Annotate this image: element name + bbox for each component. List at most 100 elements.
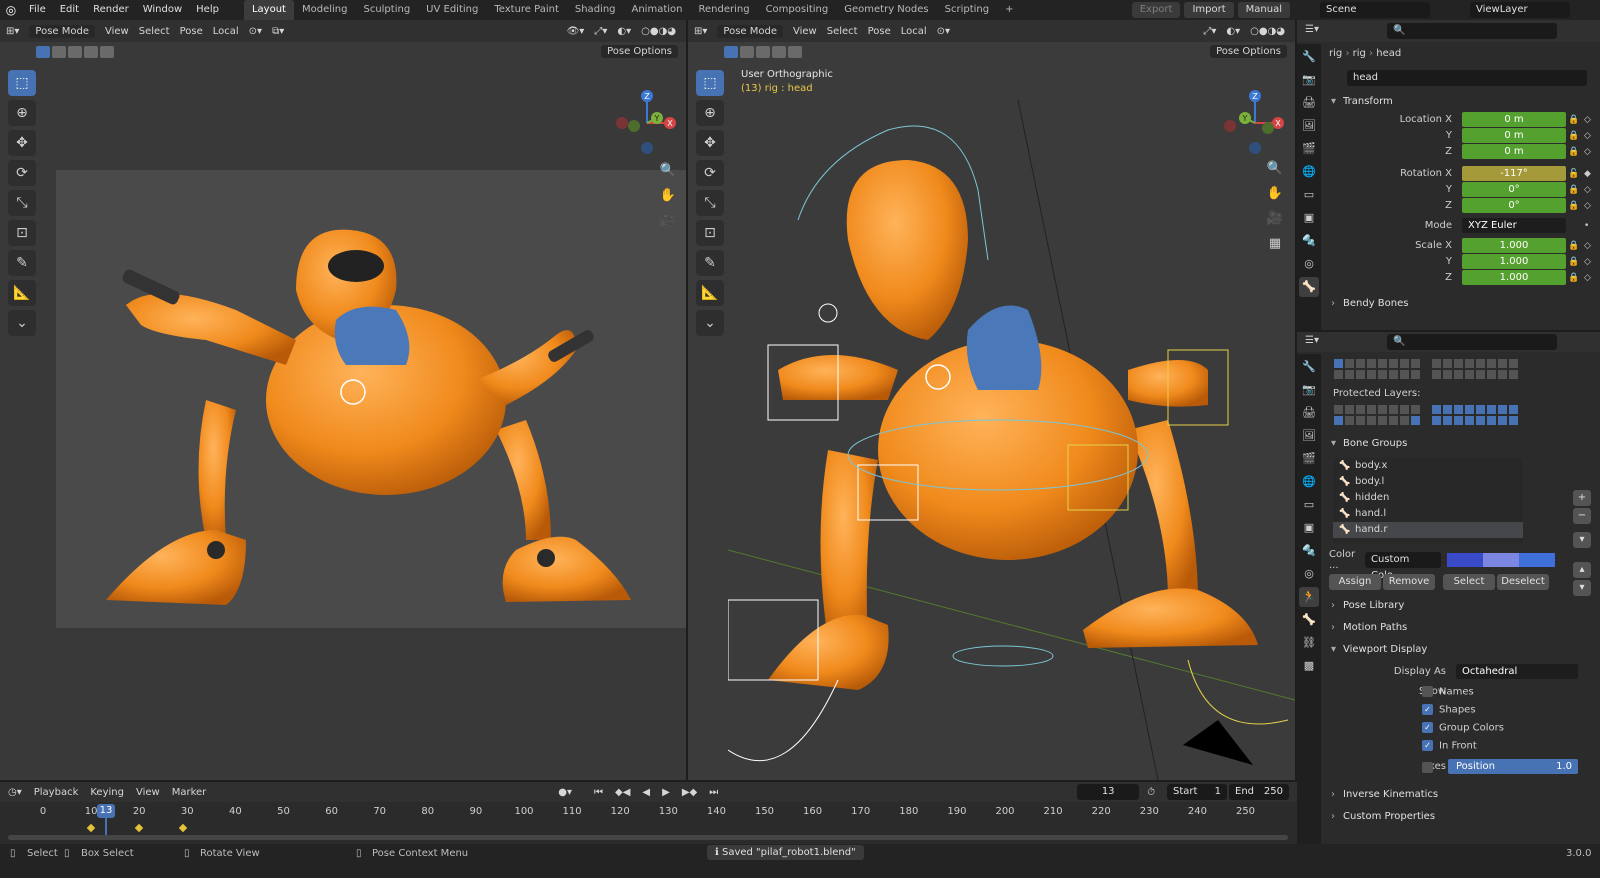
remove-group-icon[interactable]: − (1573, 508, 1591, 524)
lock-icon[interactable]: 🔒 (1568, 112, 1579, 128)
camera-icon[interactable]: 🎥 (657, 210, 679, 232)
menu-view[interactable]: View (136, 787, 160, 798)
select-extend-icon[interactable] (52, 46, 66, 58)
modifier-tab-icon[interactable]: 🔩 (1299, 231, 1319, 251)
camera-icon[interactable]: 🎥 (1264, 208, 1286, 230)
menu-edit[interactable]: Edit (53, 0, 86, 20)
group-colors-checkbox[interactable]: ✓ Group Colors (1422, 722, 1504, 734)
viewport-display-panel-header[interactable]: ▾ Viewport Display (1323, 640, 1600, 660)
view-layer-tab-icon[interactable]: 🖼 (1299, 116, 1319, 136)
bone-tab-icon[interactable]: 🦴 (1299, 610, 1319, 630)
import-button[interactable]: Import (1184, 2, 1234, 18)
texture-tab-icon[interactable]: ▩ (1299, 656, 1319, 676)
bone-tab-icon[interactable]: 🦴 (1299, 277, 1319, 297)
gizmo-icon[interactable]: ⤢▾ (1203, 26, 1216, 37)
keyframe-marker[interactable] (86, 823, 96, 833)
export-button[interactable]: Export (1131, 2, 1181, 18)
timeline-scrollbar[interactable] (8, 835, 1288, 840)
move-tool-icon[interactable]: ✥ (696, 130, 724, 156)
measure-tool-icon[interactable]: 📐 (8, 280, 36, 306)
pivot-icon[interactable]: ⊙▾ (249, 26, 262, 37)
scale-y-field[interactable]: 1.000 (1462, 254, 1566, 269)
move-tool-icon[interactable]: ✥ (8, 130, 36, 156)
keyframe-marker[interactable] (178, 823, 188, 833)
lock-icon[interactable]: 🔒 (1568, 128, 1579, 144)
keyframe-marker[interactable] (134, 823, 144, 833)
motion-paths-panel-header[interactable]: › Motion Paths (1323, 618, 1600, 638)
left-viewport[interactable]: ⊞▾ Pose Mode View Select Pose Local ⊙▾ ⧉… (0, 20, 686, 780)
scene-tab-icon[interactable]: 🎬 (1299, 449, 1319, 469)
pan-hand-icon[interactable]: ✋ (657, 185, 679, 207)
add-workspace-icon[interactable]: + (997, 0, 1021, 20)
timeline[interactable]: ◷▾ Playback Keying View Marker ●▾ ⏮ ◆◀ ◀… (0, 782, 1297, 844)
scale-z-field[interactable]: 1.000 (1462, 270, 1566, 285)
measure-tool-icon[interactable]: 📐 (696, 280, 724, 306)
playhead[interactable]: 13 (97, 804, 115, 818)
overlay-icon[interactable]: ◐▾ (1226, 26, 1240, 37)
preview-range-icon[interactable]: ⏱ (1147, 787, 1155, 798)
display-as-dropdown[interactable]: Octahedral (1456, 664, 1578, 679)
color-swatch-select[interactable] (1483, 553, 1519, 567)
viewlayer-field[interactable]: ViewLayer (1470, 2, 1570, 18)
breadcrumb-armature[interactable]: rig (1353, 48, 1366, 59)
tab-uv-editing[interactable]: UV Editing (418, 0, 486, 20)
select-intersect-icon[interactable] (788, 46, 802, 58)
menu-pose[interactable]: Pose (180, 26, 203, 37)
select-extend-icon[interactable] (740, 46, 754, 58)
bone-groups-panel-header[interactable]: ▾ Bone Groups (1323, 434, 1600, 454)
shading-modes-icon[interactable]: ○●◑◕ (641, 26, 676, 37)
list-item[interactable]: 🦴 body.x (1333, 458, 1523, 474)
frame-ruler[interactable]: 0 10 20 30 40 50 60 70 80 90 100 110 120 130 140 150 160… (0, 804, 1297, 820)
chevron-down-icon[interactable]: ▾ (1573, 532, 1591, 548)
transform-tool-icon[interactable]: ⊡ (696, 220, 724, 246)
select-button[interactable]: Select (1443, 574, 1495, 590)
scale-tool-icon[interactable]: ⤡ (8, 190, 36, 216)
menu-select[interactable]: Select (139, 26, 170, 37)
editor-type-icon[interactable]: ◷▾ (8, 787, 22, 798)
location-y-field[interactable]: 0 m (1462, 128, 1566, 143)
rotation-y-field[interactable]: 0° (1462, 182, 1566, 197)
tab-shading[interactable]: Shading (567, 0, 624, 20)
rotate-tool-icon[interactable]: ⟳ (8, 160, 36, 186)
select-new-icon[interactable] (724, 46, 738, 58)
bone-constraint-tab-icon[interactable]: ⛓ (1299, 633, 1319, 653)
select-intersect-icon[interactable] (100, 46, 114, 58)
list-item-selected[interactable]: 🦴 hand.r (1333, 522, 1523, 538)
transform-tool-icon[interactable]: ⊡ (8, 220, 36, 246)
render-tab-icon[interactable]: 📷 (1299, 380, 1319, 400)
scale-x-field[interactable]: 1.000 (1462, 238, 1566, 253)
collection-tab-icon[interactable]: ▭ (1299, 185, 1319, 205)
world-tab-icon[interactable]: 🌐 (1299, 472, 1319, 492)
record-icon[interactable]: ●▾ (558, 787, 572, 798)
armature-data-tab-icon[interactable]: 🏃 (1299, 587, 1319, 607)
navigation-gizmo[interactable]: Z X Y (1220, 88, 1290, 158)
cursor-tool-icon[interactable]: ⊕ (696, 100, 724, 126)
keyframe-icon[interactable]: ◇ (1584, 270, 1594, 286)
menu-render[interactable]: Render (86, 0, 136, 20)
axes-checkbox[interactable] (1422, 762, 1439, 774)
annotate-tool-icon[interactable]: ✎ (696, 250, 724, 276)
rotation-x-field[interactable]: -117° (1462, 166, 1566, 181)
inverse-kinematics-panel-header[interactable]: › Inverse Kinematics (1323, 785, 1600, 805)
tab-geometry-nodes[interactable]: Geometry Nodes (836, 0, 936, 20)
select-new-icon[interactable] (36, 46, 50, 58)
snap-icon[interactable]: ⧉▾ (272, 26, 284, 37)
list-item[interactable]: 🦴 hand.l (1333, 506, 1523, 522)
lock-icon[interactable]: 🔒 (1568, 270, 1579, 286)
view-layer-tab-icon[interactable]: 🖼 (1299, 426, 1319, 446)
location-z-field[interactable]: 0 m (1462, 144, 1566, 159)
physics-tab-icon[interactable]: ◎ (1299, 564, 1319, 584)
keyframe-icon[interactable]: ◇ (1584, 182, 1594, 198)
move-up-icon[interactable]: ▴ (1573, 562, 1591, 578)
tab-texture-paint[interactable]: Texture Paint (486, 0, 567, 20)
layers-grid[interactable] (1323, 358, 1600, 380)
world-tab-icon[interactable]: 🌐 (1299, 162, 1319, 182)
tab-rendering[interactable]: Rendering (690, 0, 757, 20)
gizmo-icon[interactable]: ⤢▾ (594, 26, 607, 37)
editor-type-icon[interactable]: ☰▾ (1305, 24, 1319, 35)
overlay-icon[interactable]: ◐▾ (617, 26, 631, 37)
pose-options-dropdown[interactable]: Pose Options (1210, 45, 1287, 58)
pose-tool-icon[interactable]: ⌄ (8, 310, 36, 336)
navigation-gizmo[interactable]: Z X Y (612, 88, 682, 158)
tab-compositing[interactable]: Compositing (758, 0, 837, 20)
